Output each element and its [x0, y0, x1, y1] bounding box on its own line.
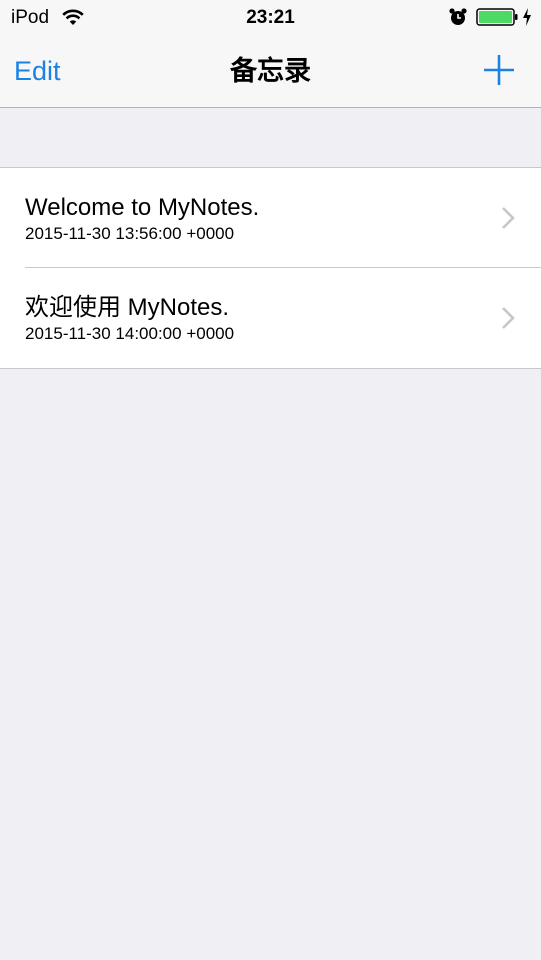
note-date: 2015-11-30 14:00:00 +0000: [25, 324, 235, 343]
chevron-right-icon: [502, 207, 515, 229]
note-title: 欢迎使用 MyNotes.: [25, 294, 230, 321]
note-title: Welcome to MyNotes.: [25, 194, 260, 221]
alarm-icon: [449, 8, 467, 25]
status-bar: iPod 23:21: [0, 0, 541, 36]
navigation-bar: Edit 备忘录: [0, 36, 541, 108]
note-date: 2015-11-30 13:56:00 +0000: [25, 224, 235, 243]
page-title: 备忘录: [230, 56, 311, 86]
table-row[interactable]: Welcome to MyNotes. 2015-11-30 13:56:00 …: [0, 168, 541, 268]
battery-icon: [476, 8, 518, 26]
table-row[interactable]: 欢迎使用 MyNotes. 2015-11-30 14:00:00 +0000: [0, 267, 541, 368]
plus-icon[interactable]: [482, 53, 516, 87]
chevron-right-icon: [502, 307, 515, 329]
notes-table: Welcome to MyNotes. 2015-11-30 13:56:00 …: [0, 167, 541, 369]
charging-icon: [523, 8, 531, 26]
